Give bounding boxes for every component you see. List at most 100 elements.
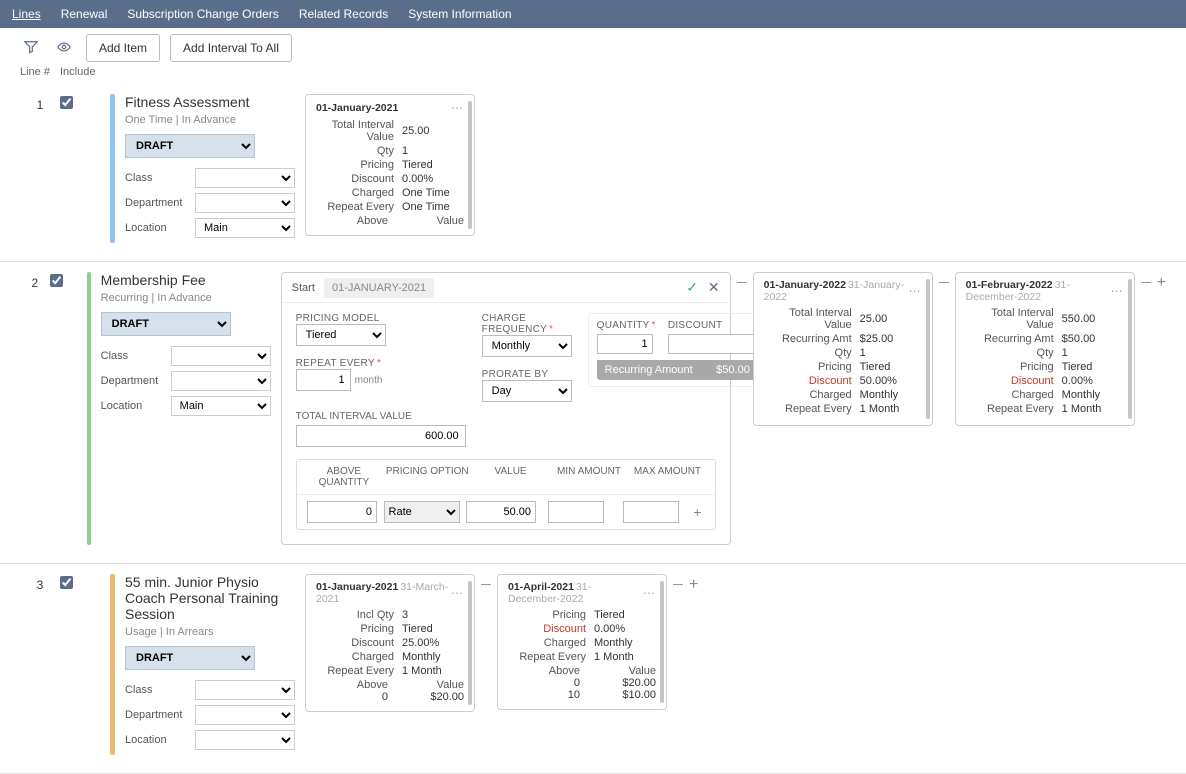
add-tier-icon[interactable]: +	[688, 504, 707, 520]
tier-above-head: Above	[508, 665, 596, 677]
tier-value-head: Value	[404, 215, 464, 227]
lbl: Repeat Every	[966, 403, 1054, 415]
prorate-select[interactable]: Day	[482, 380, 572, 402]
discount-input[interactable]	[668, 334, 758, 354]
add-interval-to-all-button[interactable]: Add Interval To All	[170, 34, 292, 62]
header-line-num: Line #	[20, 66, 60, 78]
lbl: Total Interval Value	[966, 307, 1054, 331]
pricing-model-select[interactable]: Tiered	[296, 324, 386, 346]
tab-subscription-change-orders[interactable]: Subscription Change Orders	[127, 7, 278, 21]
interval-card[interactable]: 01-April-202131-December-2022 ⋯ PricingT…	[497, 574, 667, 710]
close-icon[interactable]: ✕	[708, 279, 720, 296]
interval-card[interactable]: 01-February-202231-December-2022 ⋯ Total…	[955, 272, 1135, 426]
location-label: Location	[125, 222, 195, 234]
interval-menu-icon[interactable]: ⋯	[643, 586, 656, 600]
scrollbar[interactable]	[468, 101, 472, 229]
interval-menu-icon[interactable]: ⋯	[909, 284, 922, 298]
line-accent-bar	[110, 574, 115, 755]
repeat-every-input[interactable]	[296, 369, 351, 391]
val: $50.00	[1062, 333, 1124, 345]
lbl-discount: Discount	[508, 623, 586, 635]
scrollbar[interactable]	[468, 581, 472, 705]
interval-menu-icon[interactable]: ⋯	[1111, 284, 1124, 298]
tier-option-select[interactable]: Rate	[384, 501, 460, 523]
tab-renewal[interactable]: Renewal	[61, 7, 108, 21]
val: $25.00	[860, 333, 922, 345]
interval-menu-icon[interactable]: ⋯	[451, 101, 464, 115]
tab-lines[interactable]: Lines	[12, 7, 41, 21]
val: Monthly	[402, 651, 464, 663]
val: 1 Month	[860, 403, 922, 415]
charge-freq-select[interactable]: Monthly	[482, 335, 572, 357]
add-interval-icon[interactable]: +	[1157, 274, 1166, 292]
interval-card[interactable]: 01-January-2021 ⋯ Total Interval Value25…	[305, 94, 475, 236]
tiv-input[interactable]	[296, 425, 466, 447]
interval-card[interactable]: 01-January-202231-January-2022 ⋯ Total I…	[753, 272, 933, 426]
item-subtitle: One Time | In Advance	[125, 114, 295, 126]
interval-menu-icon[interactable]: ⋯	[451, 586, 464, 600]
interval-edit-panel: Start 01-JANUARY-2021 ✓ ✕ PRICING MODEL …	[281, 272, 731, 545]
status-select[interactable]: DRAFT	[125, 646, 255, 670]
quantity-input[interactable]	[597, 334, 653, 354]
department-label: Department	[125, 197, 195, 209]
scrollbar[interactable]	[1128, 279, 1132, 419]
include-checkbox[interactable]	[60, 96, 73, 109]
location-select[interactable]: Main	[171, 396, 271, 416]
column-headers: Line # Include	[0, 64, 1186, 84]
value-charged: One Time	[402, 187, 464, 199]
class-label: Class	[125, 684, 195, 696]
lbl: Pricing	[508, 609, 586, 621]
filter-icon[interactable]	[20, 36, 42, 61]
department-select[interactable]	[195, 705, 295, 725]
val: 1 Month	[594, 651, 656, 663]
interval-card[interactable]: 01-January-202131-March-2021 ⋯ Incl Qty3…	[305, 574, 475, 712]
line-number: 1	[20, 94, 60, 112]
status-select[interactable]: DRAFT	[101, 312, 231, 336]
val-discount: 50.00%	[860, 375, 922, 387]
class-select[interactable]	[195, 168, 295, 188]
val: Tiered	[1062, 361, 1124, 373]
repeat-unit: month	[355, 375, 383, 386]
add-interval-icon[interactable]: +	[689, 576, 698, 594]
department-select[interactable]	[195, 193, 295, 213]
include-checkbox[interactable]	[60, 576, 73, 589]
item-subtitle: Usage | In Arrears	[125, 626, 295, 638]
lbl: Repeat Every	[508, 651, 586, 663]
lbl: Qty	[764, 347, 852, 359]
charge-freq-label: CHARGE FREQUENCY	[482, 313, 572, 335]
item-name: Membership Fee	[101, 272, 271, 288]
tier-above-head: Above	[316, 679, 404, 691]
val: Monthly	[594, 637, 656, 649]
line-number: 3	[20, 574, 60, 592]
label-qty: Qty	[316, 145, 394, 157]
toolbar: Add Item Add Interval To All	[0, 28, 1186, 64]
tier-above-input[interactable]	[307, 501, 377, 523]
scrollbar[interactable]	[926, 279, 930, 419]
val: 550.00	[1062, 313, 1124, 325]
tab-system-information[interactable]: System Information	[408, 7, 511, 21]
label-tiv: Total Interval Value	[316, 119, 394, 143]
eye-icon[interactable]	[52, 36, 76, 61]
value-repeat: One Time	[402, 201, 464, 213]
status-select[interactable]: DRAFT	[125, 134, 255, 158]
start-date-display[interactable]: 01-JANUARY-2021	[324, 278, 434, 298]
include-checkbox[interactable]	[50, 274, 63, 287]
location-select[interactable]	[195, 730, 295, 750]
lbl: Repeat Every	[764, 403, 852, 415]
connector-line	[737, 282, 747, 283]
tier-max-input[interactable]	[623, 501, 679, 523]
scrollbar[interactable]	[660, 581, 664, 703]
tier-min-input[interactable]	[548, 501, 604, 523]
item-name: 55 min. Junior Physio Coach Personal Tra…	[125, 574, 295, 622]
location-select[interactable]: Main	[195, 218, 295, 238]
confirm-icon[interactable]: ✓	[686, 279, 698, 296]
tier-value-input[interactable]	[466, 501, 536, 523]
add-item-button[interactable]: Add Item	[86, 34, 160, 62]
tab-related-records[interactable]: Related Records	[299, 7, 388, 21]
tier-pricing-table: ABOVE QUANTITY PRICING OPTION VALUE MIN …	[296, 459, 716, 530]
label-repeat: Repeat Every	[316, 201, 394, 213]
class-select[interactable]	[171, 346, 271, 366]
class-select[interactable]	[195, 680, 295, 700]
department-select[interactable]	[171, 371, 271, 391]
value-qty: 1	[402, 145, 464, 157]
